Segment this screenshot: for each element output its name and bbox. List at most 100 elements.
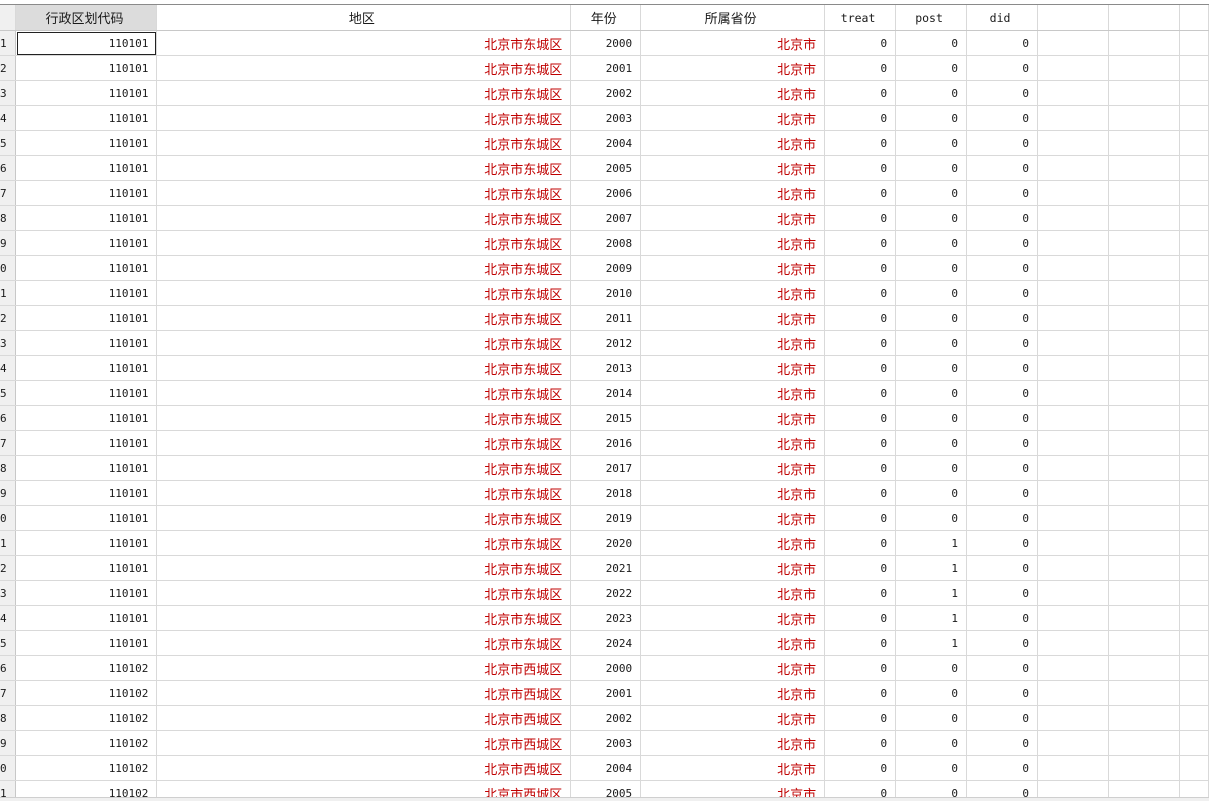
column-header-treat[interactable]: treat bbox=[824, 5, 897, 31]
empty-cell[interactable] bbox=[1037, 405, 1109, 431]
cell-did[interactable]: 0 bbox=[966, 405, 1039, 431]
empty-cell[interactable] bbox=[1037, 655, 1109, 681]
row-number[interactable]: 3 bbox=[0, 80, 17, 106]
cell-province[interactable]: 北京市 bbox=[640, 455, 826, 481]
cell-post[interactable]: 0 bbox=[895, 755, 968, 781]
row-number[interactable]: 5 bbox=[0, 630, 17, 656]
cell-code[interactable]: 110101 bbox=[15, 130, 158, 156]
cell-region[interactable]: 北京市东城区 bbox=[156, 380, 572, 406]
cell-did[interactable]: 0 bbox=[966, 555, 1039, 581]
cell-province[interactable]: 北京市 bbox=[640, 155, 826, 181]
empty-cell[interactable] bbox=[1108, 530, 1180, 556]
empty-cell[interactable] bbox=[1179, 530, 1209, 556]
cell-did[interactable]: 0 bbox=[966, 280, 1039, 306]
cell-year[interactable]: 2002 bbox=[570, 705, 642, 731]
cell-region[interactable]: 北京市西城区 bbox=[156, 655, 572, 681]
row-number[interactable]: 5 bbox=[0, 380, 17, 406]
cell-did[interactable]: 0 bbox=[966, 130, 1039, 156]
cell-year[interactable]: 2013 bbox=[570, 355, 642, 381]
cell-year[interactable]: 2024 bbox=[570, 630, 642, 656]
empty-cell[interactable] bbox=[1179, 405, 1209, 431]
cell-treat[interactable]: 0 bbox=[824, 405, 897, 431]
cell-province[interactable]: 北京市 bbox=[640, 305, 826, 331]
empty-cell[interactable] bbox=[1108, 430, 1180, 456]
empty-cell[interactable] bbox=[1179, 730, 1209, 756]
cell-post[interactable]: 0 bbox=[895, 680, 968, 706]
cell-post[interactable]: 0 bbox=[895, 705, 968, 731]
empty-cell[interactable] bbox=[1179, 455, 1209, 481]
cell-did[interactable]: 0 bbox=[966, 255, 1039, 281]
cell-region[interactable]: 北京市东城区 bbox=[156, 155, 572, 181]
cell-year[interactable]: 2004 bbox=[570, 755, 642, 781]
cell-treat[interactable]: 0 bbox=[824, 130, 897, 156]
empty-cell[interactable] bbox=[1108, 380, 1180, 406]
cell-code[interactable]: 110101 bbox=[15, 630, 158, 656]
empty-cell[interactable] bbox=[1108, 680, 1180, 706]
empty-cell[interactable] bbox=[1179, 580, 1209, 606]
corner-cell[interactable] bbox=[0, 5, 17, 31]
cell-region[interactable]: 北京市东城区 bbox=[156, 205, 572, 231]
cell-province[interactable]: 北京市 bbox=[640, 430, 826, 456]
cell-post[interactable]: 0 bbox=[895, 205, 968, 231]
cell-did[interactable]: 0 bbox=[966, 580, 1039, 606]
cell-code[interactable]: 110102 bbox=[15, 755, 158, 781]
cell-code[interactable]: 110101 bbox=[15, 355, 158, 381]
cell-treat[interactable]: 0 bbox=[824, 530, 897, 556]
cell-region[interactable]: 北京市东城区 bbox=[156, 255, 572, 281]
empty-cell[interactable] bbox=[1108, 355, 1180, 381]
cell-code[interactable]: 110102 bbox=[15, 705, 158, 731]
cell-region[interactable]: 北京市东城区 bbox=[156, 55, 572, 81]
row-number[interactable]: 0 bbox=[0, 255, 17, 281]
empty-cell[interactable] bbox=[1179, 505, 1209, 531]
empty-cell[interactable] bbox=[1108, 180, 1180, 206]
cell-province[interactable]: 北京市 bbox=[640, 580, 826, 606]
cell-treat[interactable]: 0 bbox=[824, 205, 897, 231]
empty-cell[interactable] bbox=[1108, 655, 1180, 681]
cell-region[interactable]: 北京市东城区 bbox=[156, 555, 572, 581]
row-number[interactable]: 7 bbox=[0, 180, 17, 206]
empty-cell[interactable] bbox=[1108, 630, 1180, 656]
cell-did[interactable]: 0 bbox=[966, 755, 1039, 781]
cell-year[interactable]: 2001 bbox=[570, 680, 642, 706]
horizontal-scrollbar[interactable] bbox=[0, 797, 1209, 801]
cell-province[interactable]: 北京市 bbox=[640, 755, 826, 781]
cell-province[interactable]: 北京市 bbox=[640, 255, 826, 281]
cell-post[interactable]: 0 bbox=[895, 405, 968, 431]
cell-province[interactable]: 北京市 bbox=[640, 405, 826, 431]
cell-post[interactable]: 1 bbox=[895, 605, 968, 631]
cell-year[interactable]: 2012 bbox=[570, 330, 642, 356]
row-number[interactable]: 1 bbox=[0, 280, 17, 306]
cell-code[interactable]: 110101 bbox=[15, 205, 158, 231]
row-number[interactable]: 4 bbox=[0, 605, 17, 631]
cell-treat[interactable]: 0 bbox=[824, 380, 897, 406]
empty-cell[interactable] bbox=[1179, 230, 1209, 256]
empty-cell[interactable] bbox=[1179, 180, 1209, 206]
empty-cell[interactable] bbox=[1179, 430, 1209, 456]
row-number[interactable]: 3 bbox=[0, 580, 17, 606]
column-header-code[interactable]: 行政区划代码 bbox=[15, 5, 158, 31]
cell-post[interactable]: 0 bbox=[895, 55, 968, 81]
empty-cell[interactable] bbox=[1179, 755, 1209, 781]
cell-year[interactable]: 2010 bbox=[570, 280, 642, 306]
cell-year[interactable]: 2009 bbox=[570, 255, 642, 281]
cell-province[interactable]: 北京市 bbox=[640, 230, 826, 256]
cell-region[interactable]: 北京市东城区 bbox=[156, 605, 572, 631]
cell-code[interactable]: 110101 bbox=[15, 555, 158, 581]
cell-treat[interactable]: 0 bbox=[824, 55, 897, 81]
cell-code[interactable]: 110101 bbox=[15, 105, 158, 131]
empty-cell[interactable] bbox=[1179, 380, 1209, 406]
empty-cell[interactable] bbox=[1108, 205, 1180, 231]
cell-region[interactable]: 北京市东城区 bbox=[156, 105, 572, 131]
empty-cell[interactable] bbox=[1108, 405, 1180, 431]
empty-cell[interactable] bbox=[1037, 130, 1109, 156]
cell-region[interactable]: 北京市东城区 bbox=[156, 430, 572, 456]
cell-treat[interactable]: 0 bbox=[824, 180, 897, 206]
cell-year[interactable]: 2005 bbox=[570, 155, 642, 181]
cell-code[interactable]: 110101 bbox=[15, 505, 158, 531]
empty-cell[interactable] bbox=[1037, 605, 1109, 631]
cell-post[interactable]: 0 bbox=[895, 155, 968, 181]
row-number[interactable]: 1 bbox=[0, 530, 17, 556]
cell-treat[interactable]: 0 bbox=[824, 80, 897, 106]
empty-cell[interactable] bbox=[1037, 430, 1109, 456]
cell-province[interactable]: 北京市 bbox=[640, 530, 826, 556]
